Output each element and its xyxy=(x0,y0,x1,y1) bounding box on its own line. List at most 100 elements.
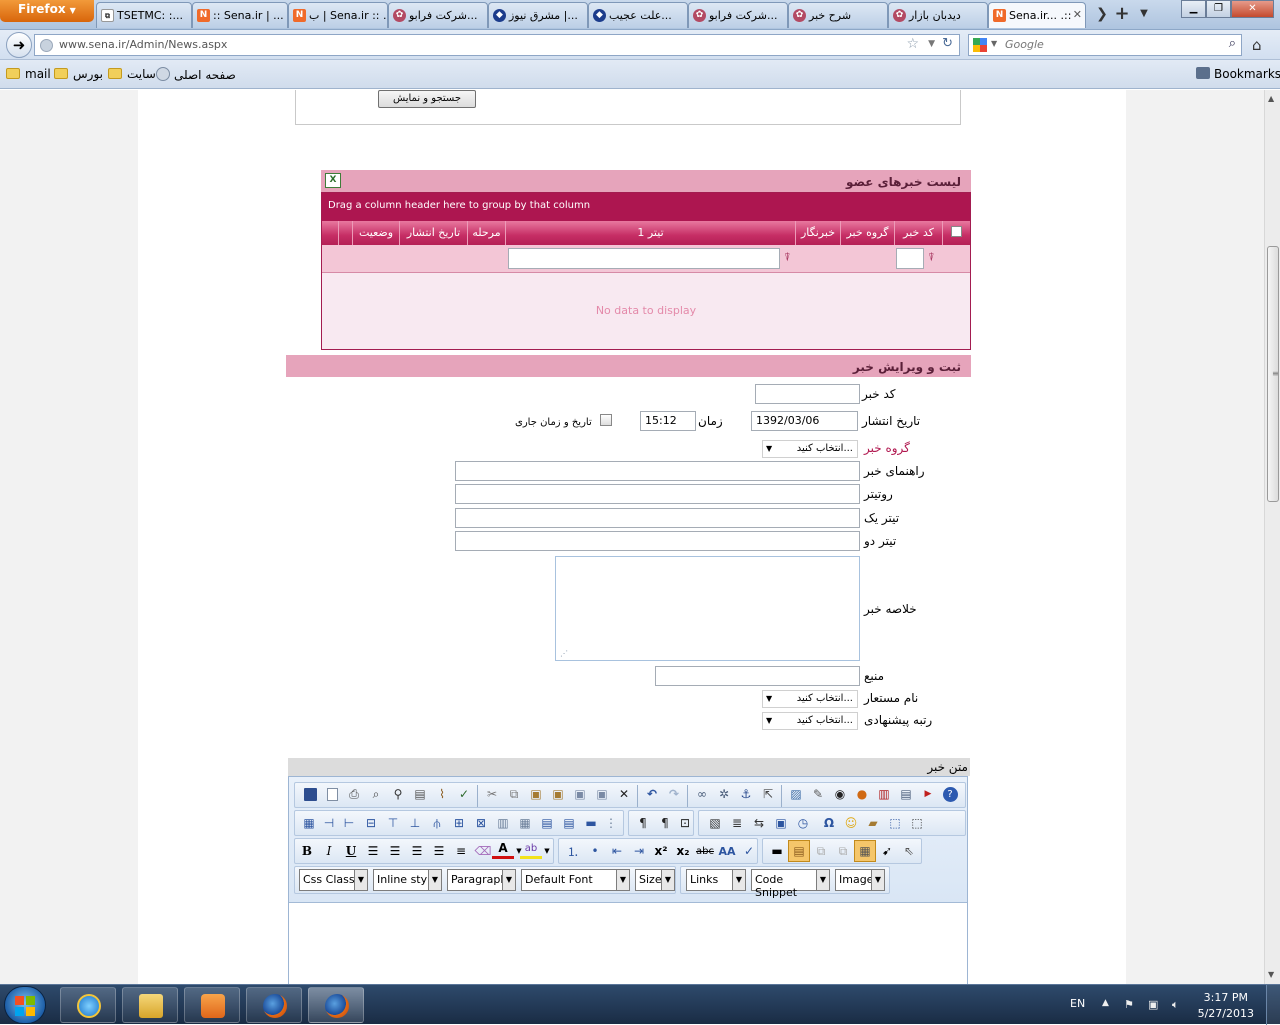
insert-row-before-icon[interactable]: ⊣ xyxy=(318,812,340,834)
font-select[interactable]: Default Font ▼ xyxy=(521,869,630,891)
firefox-menu-button[interactable]: Firefox ▼ xyxy=(0,0,94,22)
tab-farabourse-2[interactable]: ✿ شرکت فرابو... xyxy=(688,2,788,28)
bring-forward-icon[interactable]: ⧉ xyxy=(810,840,832,862)
template-icon[interactable]: ▤ xyxy=(895,783,917,805)
symbol-icon[interactable]: Ω xyxy=(818,812,840,834)
merge-right-icon[interactable]: ⊞ xyxy=(448,812,470,834)
col-status[interactable]: وضعیت xyxy=(352,221,399,245)
close-window-icon[interactable]: ✕ xyxy=(1231,0,1274,18)
filter-title-input[interactable] xyxy=(508,248,780,269)
bookmarks-menu-button[interactable]: Bookmarks xyxy=(1196,67,1280,81)
insert-table-icon[interactable]: ▦ xyxy=(298,812,320,834)
tab-strange-cause[interactable]: ◆ علت عجیب... xyxy=(588,2,688,28)
images-select[interactable]: Images ▼ xyxy=(835,869,885,891)
pdf-icon[interactable]: ▥ xyxy=(873,783,895,805)
table-properties-icon[interactable]: ▤ xyxy=(558,812,580,834)
scrollbar-thumb[interactable]: ≡ xyxy=(1267,246,1279,502)
resize-grip-icon[interactable]: ⋰ xyxy=(560,649,568,658)
paste-icon[interactable]: ▣ xyxy=(525,783,547,805)
bookmark-star-icon[interactable]: ☆ xyxy=(906,36,919,52)
time-input[interactable]: 15:12 xyxy=(640,411,696,431)
pointer-icon[interactable]: ➹ xyxy=(876,840,898,862)
tab-sena-1[interactable]: N:: Sena.ir | ... xyxy=(192,2,288,28)
paragraph-format-icon[interactable]: ≣ xyxy=(726,812,748,834)
search-icon[interactable]: ⌕ xyxy=(1229,36,1236,51)
italic-button[interactable]: I xyxy=(318,840,340,862)
move-block-icon[interactable]: ⇆ xyxy=(748,812,770,834)
send-backward-icon[interactable]: ⧉ xyxy=(832,840,854,862)
rtl-icon[interactable]: ¶ xyxy=(654,812,676,834)
reload-icon[interactable]: ↻ xyxy=(942,36,953,51)
page-properties-icon[interactable]: ▤ xyxy=(409,783,431,805)
taskbar-ie[interactable] xyxy=(60,987,116,1023)
superscript-icon[interactable]: x² xyxy=(650,840,672,862)
col-title-one[interactable]: تیتر 1 xyxy=(505,221,795,245)
paragraph-select[interactable]: Paragraph ▼ xyxy=(447,869,516,891)
language-indicator[interactable]: EN xyxy=(1070,997,1085,1010)
edit-image-icon[interactable]: ✎ xyxy=(807,783,829,805)
crop-icon[interactable]: ⬚ xyxy=(884,812,906,834)
time-icon[interactable]: ◷ xyxy=(792,812,814,834)
absolute-position-icon[interactable]: ▤ xyxy=(788,840,810,862)
title-two-input[interactable] xyxy=(455,531,860,551)
paste-html-icon[interactable]: ▣ xyxy=(591,783,613,805)
news-guide-input[interactable] xyxy=(455,461,860,481)
print-icon[interactable]: ⎙ xyxy=(343,783,365,805)
css-class-select[interactable]: Css Class ▼ xyxy=(299,869,368,891)
merge-down-icon[interactable]: ⊠ xyxy=(470,812,492,834)
col-news-code[interactable]: کد خبر xyxy=(894,221,942,245)
links-select[interactable]: Links ▼ xyxy=(686,869,746,891)
subscript-icon[interactable]: x₂ xyxy=(672,840,694,862)
table-grid-icon[interactable]: ▦ xyxy=(514,812,536,834)
preview-icon[interactable]: ⌕ xyxy=(365,783,387,805)
format-painter-icon[interactable]: ▰ xyxy=(862,812,884,834)
paste-text-icon[interactable]: ▣ xyxy=(547,783,569,805)
news-group-select[interactable]: ▼ انتخاب کنید... xyxy=(762,440,858,458)
select-all-checkbox[interactable] xyxy=(942,221,970,245)
form-element-icon[interactable]: ▧ xyxy=(704,812,726,834)
insert-row-after-icon[interactable]: ⊢ xyxy=(338,812,360,834)
search-box[interactable]: ▼ Google ⌕ xyxy=(968,34,1242,56)
spell-check-icon[interactable]: ✓ xyxy=(453,783,475,805)
delete-row-icon[interactable]: ⊟ xyxy=(360,812,382,834)
history-dropdown-icon[interactable]: ▼ xyxy=(928,39,935,49)
outdent-icon[interactable]: ⇤ xyxy=(606,840,628,862)
size-select[interactable]: Size ▼ xyxy=(635,869,675,891)
font-size-icon[interactable]: AA xyxy=(716,840,738,862)
cell-properties-icon[interactable]: ▤ xyxy=(536,812,558,834)
taskbar-media-player[interactable] xyxy=(184,987,240,1023)
insert-col-before-icon[interactable]: ⊤ xyxy=(382,812,404,834)
minimize-icon[interactable]: ▁ xyxy=(1181,0,1206,18)
image-icon[interactable]: ▨ xyxy=(785,783,807,805)
subtitle-input[interactable] xyxy=(455,484,860,504)
taskbar-firefox-active[interactable] xyxy=(308,987,364,1023)
home-icon[interactable]: ⌂ xyxy=(1252,36,1262,54)
show-hidden-icons-icon[interactable]: ▲ xyxy=(1102,998,1109,1008)
alias-select[interactable]: ▼ انتخاب کنید... xyxy=(762,690,858,708)
search-engine-dropdown-icon[interactable]: ▼ xyxy=(991,39,997,48)
excel-export-icon[interactable]: X xyxy=(325,173,341,188)
unordered-list-icon[interactable]: • xyxy=(584,840,606,862)
split-cell-icon[interactable]: ▥ xyxy=(492,812,514,834)
news-code-input[interactable] xyxy=(755,384,860,404)
restore-icon[interactable]: ❐ xyxy=(1206,0,1231,18)
current-datetime-checkbox[interactable] xyxy=(600,414,612,426)
code-snippet-select[interactable]: Code Snippet ▼ xyxy=(751,869,830,899)
tab-scroll-right-icon[interactable]: ❯ xyxy=(1092,4,1112,24)
spell-check-icon[interactable]: ✓ xyxy=(738,840,760,862)
unlink-icon[interactable]: ✲ xyxy=(713,783,735,805)
bookmark-bourse[interactable]: بورس xyxy=(54,67,103,81)
cut-icon[interactable]: ✂ xyxy=(481,783,503,805)
bold-button[interactable]: B xyxy=(296,840,318,862)
ltr-icon[interactable]: ¶ xyxy=(632,812,654,834)
funnel-icon[interactable]: ⍒ xyxy=(928,252,938,264)
volume-icon[interactable]: 🔈︎ xyxy=(1172,998,1179,1012)
eraser-icon[interactable]: ⌫ xyxy=(472,840,494,862)
anchor-icon[interactable]: ⚓ xyxy=(735,783,757,805)
col-publish-date[interactable]: تاریخ انتشار xyxy=(399,221,467,245)
tab-list-icon[interactable]: ▼ xyxy=(1134,4,1154,24)
redo-icon[interactable]: ↷ xyxy=(663,783,685,805)
clock[interactable]: 3:17 PM 5/27/2013 xyxy=(1198,990,1254,1022)
horizontal-line-icon[interactable]: ▬ xyxy=(766,840,788,862)
align-right-icon[interactable]: ☰ xyxy=(406,840,428,862)
